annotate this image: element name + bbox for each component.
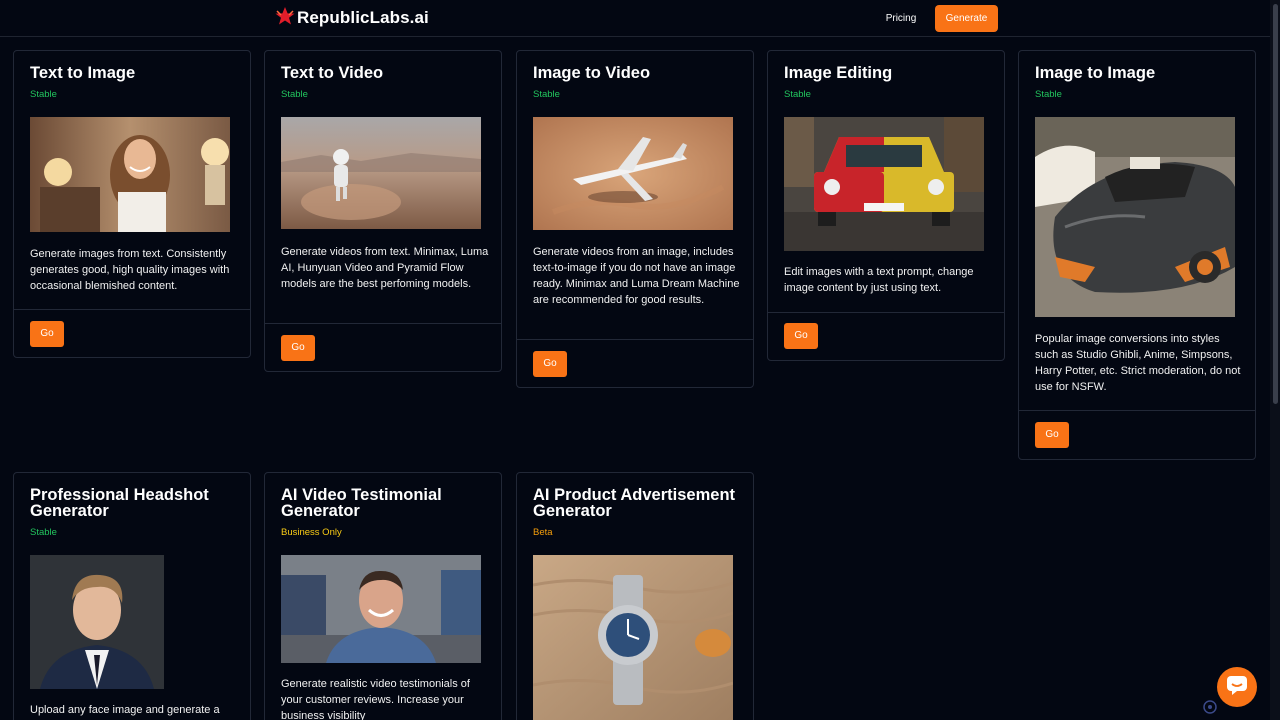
card-professional-headshot: Professional Headshot Generator Stable U… — [13, 472, 251, 720]
card-title: AI Video Testimonial Generator — [281, 486, 442, 520]
card-title: Image to Video — [533, 64, 651, 82]
brand-logo[interactable]: RepublicLabs.ai — [275, 6, 429, 31]
card-divider — [265, 323, 501, 324]
card-title: Image Editing — [784, 64, 893, 82]
go-button[interactable]: Go — [281, 335, 315, 361]
card-text-to-image: Text to Image Stable Generate images fro… — [13, 50, 251, 358]
card-image — [784, 117, 984, 251]
card-divider — [14, 309, 250, 310]
status-badge: Beta — [533, 527, 553, 538]
status-badge: Stable — [281, 89, 308, 100]
go-button[interactable]: Go — [1035, 422, 1069, 448]
card-title: Professional Headshot Generator — [30, 486, 209, 520]
card-ai-product-advertisement: AI Product Advertisement Generator Beta — [516, 472, 754, 720]
card-ai-video-testimonial: AI Video Testimonial Generator Business … — [264, 472, 502, 720]
status-badge: Stable — [784, 89, 811, 100]
status-badge: Stable — [30, 89, 57, 100]
pricing-link[interactable]: Pricing — [880, 5, 922, 32]
card-image — [533, 117, 733, 230]
card-image — [30, 117, 230, 232]
card-description: Generate images from text. Consistently … — [30, 248, 230, 292]
brand-name: RepublicLabs.ai — [297, 8, 429, 27]
card-text-to-video: Text to Video Stable Generate videos fro… — [264, 50, 502, 372]
status-badge: Stable — [30, 527, 57, 538]
card-description: Generate videos from text. Minimax, Luma… — [281, 246, 489, 290]
chat-bubble-icon — [1226, 675, 1248, 700]
card-description: Generate realistic video testimonials of… — [281, 678, 470, 720]
card-image — [281, 555, 481, 663]
card-image — [533, 555, 733, 720]
card-divider — [768, 312, 1004, 313]
card-title: Text to Video — [281, 64, 384, 82]
card-description: Upload any face image and generate a — [30, 704, 220, 716]
card-image-to-video: Image to Video Stable Generate videos fr… — [516, 50, 754, 388]
scrollbar-thumb[interactable] — [1273, 4, 1278, 404]
card-image — [1035, 117, 1235, 317]
card-title: Text to Image — [30, 64, 136, 82]
status-badge: Business Only — [281, 527, 342, 538]
card-title: AI Product Advertisement Generator — [533, 486, 736, 520]
go-button[interactable]: Go — [30, 321, 64, 347]
go-button[interactable]: Go — [784, 323, 818, 349]
card-divider — [517, 339, 753, 340]
status-badge: Stable — [1035, 89, 1062, 100]
chat-bubble-button[interactable] — [1217, 667, 1257, 707]
card-image-to-image: Image to Image Stable Popular image conv… — [1018, 50, 1256, 460]
accessibility-icon[interactable] — [1203, 700, 1217, 714]
card-image-editing: Image Editing Stable Edit images with a … — [767, 50, 1005, 361]
generate-button[interactable]: Generate — [935, 5, 998, 32]
card-description: Edit images with a text prompt, change i… — [784, 266, 974, 294]
card-image — [281, 117, 481, 229]
card-title: Image to Image — [1035, 64, 1156, 82]
card-divider — [1019, 410, 1255, 411]
red-star-logo-icon — [275, 6, 295, 31]
go-button[interactable]: Go — [533, 351, 567, 377]
page-scrollbar[interactable] — [1270, 0, 1280, 720]
top-navbar: RepublicLabs.ai Pricing Generate — [0, 0, 1280, 37]
card-description: Popular image conversions into styles su… — [1035, 333, 1241, 393]
card-description: Generate videos from an image, includes … — [533, 246, 740, 306]
status-badge: Stable — [533, 89, 560, 100]
card-image — [30, 555, 164, 689]
